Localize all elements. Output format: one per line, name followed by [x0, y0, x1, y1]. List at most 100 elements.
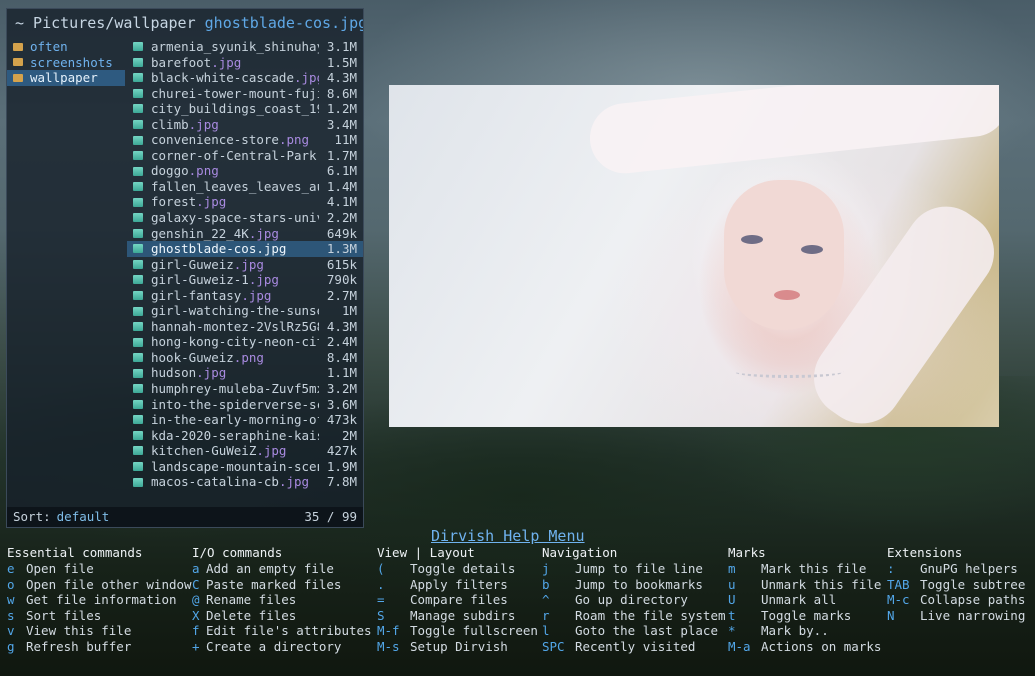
help-column-heading: Navigation [542, 545, 618, 560]
file-basename: corner-of-Central-Park [151, 147, 317, 163]
file-row[interactable]: churei-tower-mount-fuji-in 8.6M [127, 86, 363, 102]
file-row[interactable]: convenience-store.png 11M [127, 132, 363, 148]
image-file-icon [133, 228, 143, 238]
image-file-icon [133, 197, 143, 207]
file-row[interactable]: forest.jpg 4.1M [127, 194, 363, 210]
help-command[interactable]: l Goto the last place [542, 623, 726, 639]
file-row[interactable]: barefoot.jpg 1.5M [127, 55, 363, 71]
image-file-icon [133, 368, 143, 378]
file-row[interactable]: hudson.jpg 1.1M [127, 365, 363, 381]
help-command[interactable]: (Toggle details [377, 561, 538, 577]
file-size: 1.1M [326, 365, 357, 381]
image-file-icon [133, 322, 143, 332]
file-row[interactable]: genshin_22_4K.jpg 649k [127, 226, 363, 242]
file-extension: .jpg [248, 225, 279, 241]
help-command[interactable]: s Sort files [7, 608, 192, 624]
file-row[interactable]: kda-2020-seraphine-kaisa-a 2M [127, 428, 363, 444]
help-command[interactable]: m Mark this file [728, 561, 881, 577]
help-command-key: t [728, 607, 736, 623]
file-row[interactable]: in-the-early-morning-of-fo 473k [127, 412, 363, 428]
help-command[interactable]: M-c Collapse paths [887, 592, 1025, 608]
file-row[interactable]: landscape-mountain-scenery 1.9M [127, 459, 363, 475]
help-command[interactable]: M-f Toggle fullscreen [377, 623, 538, 639]
file-row[interactable]: into-the-spiderverse-scree 3.6M [127, 397, 363, 413]
help-command-key: M-f [377, 623, 400, 639]
help-command[interactable]: C Paste marked files [192, 577, 372, 593]
help-command[interactable]: u Unmark this file [728, 577, 881, 593]
file-row[interactable]: girl-fantasy.jpg 2.7M [127, 288, 363, 304]
file-basename: girl-fantasy [151, 287, 242, 303]
file-row[interactable]: black-white-cascade.jpg 4.3M [127, 70, 363, 86]
help-command[interactable]: ^ Go up directory [542, 592, 726, 608]
file-row[interactable]: kitchen-GuWeiZ.jpg 427k [127, 443, 363, 459]
file-name: fallen_leaves_leaves_autum [151, 179, 319, 195]
dir-item-wallpaper[interactable]: wallpaper [7, 70, 125, 86]
current-path[interactable]: ~ Pictures/wallpaper [15, 14, 196, 32]
help-command[interactable]: M-a Actions on marks [728, 639, 881, 655]
help-command[interactable]: e Open file [7, 561, 192, 577]
help-command[interactable]: + Create a directory [192, 639, 372, 655]
help-command[interactable]: TAB Toggle subtree [887, 577, 1025, 593]
help-command[interactable]: w Get file information [7, 592, 192, 608]
help-command[interactable]: U Unmark all [728, 592, 881, 608]
file-basename: kitchen-GuWeiZ [151, 443, 257, 459]
file-row[interactable]: hook-Guweiz.png 8.4M [127, 350, 363, 366]
help-command[interactable]: v View this file [7, 623, 192, 639]
help-command-key: X [192, 607, 200, 623]
file-row[interactable]: macos-catalina-cb.jpg 7.8M [127, 474, 363, 490]
file-size: 473k [326, 412, 357, 428]
file-row[interactable]: climb.jpg 3.4M [127, 117, 363, 133]
help-command[interactable]: X Delete files [192, 608, 372, 624]
file-size: 1.7M [326, 147, 357, 163]
help-command[interactable]: : GnuPG helpers [887, 561, 1025, 577]
file-row[interactable]: corner-of-Central-Park.jpg 1.7M [127, 148, 363, 164]
help-command[interactable]: M-s Setup Dirvish [377, 639, 538, 655]
help-command[interactable]: @ Rename files [192, 592, 372, 608]
help-command[interactable]: SPC Recently visited [542, 639, 726, 655]
file-row[interactable]: ghostblade-cos.jpg 1.3M [127, 241, 363, 257]
file-row[interactable]: girl-Guweiz.jpg 615k [127, 257, 363, 273]
help-command-key: r [542, 607, 550, 623]
file-name: ghostblade-cos.jpg [151, 241, 319, 257]
help-command-key: s [7, 607, 15, 623]
help-command-desc: Sort files [26, 607, 102, 623]
file-size: 3.4M [326, 116, 357, 132]
dir-item-often[interactable]: often [7, 39, 125, 55]
preview-necklace [734, 365, 844, 378]
file-row[interactable]: fallen_leaves_leaves_autum 1.4M [127, 179, 363, 195]
help-command-key: N [887, 607, 895, 623]
file-row[interactable]: hannah-montez-2VslRz5G8fo- 4.3M [127, 319, 363, 335]
help-command-desc: Go up directory [575, 592, 688, 608]
file-row[interactable]: humphrey-muleba-Zuvf5mxT5f 3.2M [127, 381, 363, 397]
help-command[interactable]: * Mark by.. [728, 623, 881, 639]
help-command[interactable]: f Edit file's attributes [192, 623, 372, 639]
file-row[interactable]: girl-watching-the-sunset.j 1M [127, 303, 363, 319]
help-command[interactable]: t Toggle marks [728, 608, 881, 624]
file-name: humphrey-muleba-Zuvf5mxT5f [151, 381, 319, 397]
help-command[interactable]: b Jump to bookmarks [542, 577, 726, 593]
help-command[interactable]: . Apply filters [377, 577, 538, 593]
file-row[interactable]: hong-kong-city-neon-city-z 2.4M [127, 334, 363, 350]
file-row[interactable]: armenia_syunik_shinuhayr_h 3.1M [127, 39, 363, 55]
image-file-icon [133, 275, 143, 285]
file-size: 1.4M [326, 178, 357, 194]
help-command[interactable]: a Add an empty file [192, 561, 372, 577]
file-size: 7.8M [326, 474, 357, 490]
file-row[interactable]: city_buildings_coast_19236 1.2M [127, 101, 363, 117]
help-command[interactable]: j Jump to file line [542, 561, 726, 577]
help-command[interactable]: S Manage subdirs [377, 608, 538, 624]
help-command[interactable]: = Compare files [377, 592, 538, 608]
preview-eye [801, 245, 823, 254]
help-command-desc: Toggle details [410, 561, 516, 576]
help-command-desc: Goto the last place [575, 623, 718, 639]
file-row[interactable]: galaxy-space-stars-univers 2.2M [127, 210, 363, 226]
sort-value[interactable]: default [57, 507, 110, 527]
help-command[interactable]: g Refresh buffer [7, 639, 192, 655]
file-row[interactable]: doggo.png 6.1M [127, 163, 363, 179]
help-command[interactable]: r Roam the file system [542, 608, 726, 624]
help-column: I/O commands a Add an empty file C Paste mar… [192, 545, 372, 655]
dir-item-screenshots[interactable]: screenshots [7, 55, 125, 71]
help-command[interactable]: N Live narrowing [887, 608, 1025, 624]
help-command[interactable]: o Open file other window [7, 577, 192, 593]
file-row[interactable]: girl-Guweiz-1.jpg 790k [127, 272, 363, 288]
